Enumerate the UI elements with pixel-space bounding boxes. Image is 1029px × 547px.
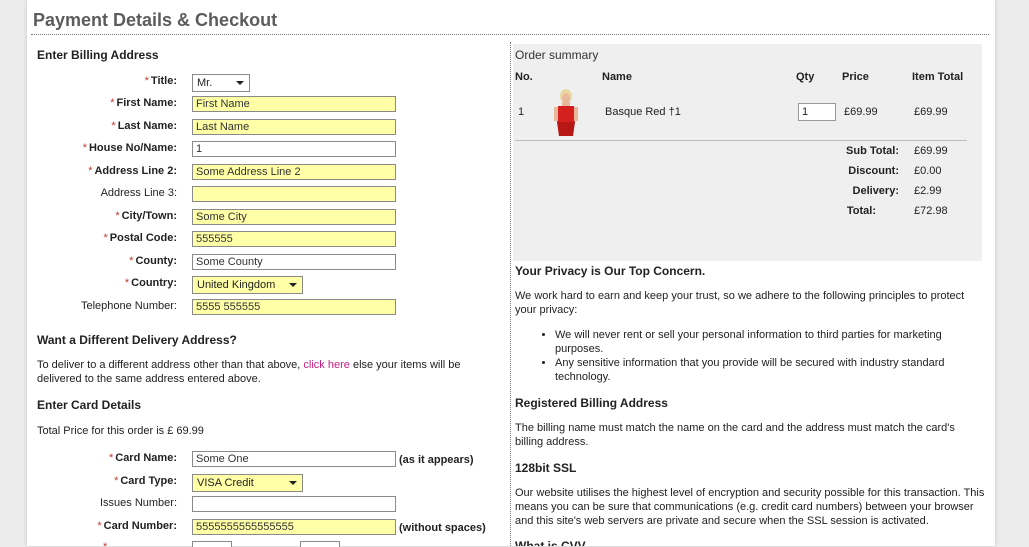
registered-billing-heading: Registered Billing Address [515,396,668,410]
address-line-3-field[interactable] [192,186,396,202]
order-total-text: Total Price for this order is £ 69.99 [37,425,204,437]
chevron-down-icon [236,81,244,85]
title-select[interactable]: Mr. [192,74,250,92]
order-summary-heading: Order summary [515,48,599,62]
card-type-select[interactable]: VISA Credit [192,474,303,492]
delivery-label: Delivery: [852,185,899,197]
col-qty: Qty [796,71,815,83]
address-line-2-field[interactable]: Some Address Line 2 [192,164,396,180]
privacy-bullet: Any sensitive information that you provi… [555,356,985,384]
telephone-field[interactable]: 5555 555555 [192,299,396,315]
discount-value: £0.00 [914,165,942,177]
last-name-label: * Last Name: [111,120,177,132]
delivery-address-link[interactable]: click here [303,359,349,371]
billing-heading: Enter Billing Address [37,48,159,62]
house-field[interactable]: 1 [192,141,396,157]
county-label: * County: [129,255,177,267]
page-title: Payment Details & Checkout [33,10,278,30]
start-year-select-partial[interactable] [300,541,340,547]
subtotal-label: Sub Total: [846,145,899,157]
delivery-value: £2.99 [914,185,942,197]
privacy-text: We work hard to earn and keep your trust… [515,290,965,316]
start-month-label-partial: * [103,541,173,546]
card-type-label: * Card Type: [114,475,177,487]
discount-label: Discount: [848,165,899,177]
telephone-label: Telephone Number: [80,300,177,312]
item-number: 1 [518,106,525,118]
qty-input[interactable]: 1 [798,103,836,121]
privacy-bullet: We will never rent or sell your personal… [555,328,985,356]
col-name: Name [602,71,632,83]
column-divider [510,42,511,546]
first-name-label: * First Name: [110,97,177,109]
city-label: * City/Town: [115,210,177,222]
issue-number-field[interactable] [192,496,396,512]
ssl-heading: 128bit SSL [515,461,577,475]
col-price: Price [842,71,869,83]
card-number-field[interactable]: 5555555555555555 [192,519,396,535]
checkout-page: Payment Details & Checkout Enter Billing… [27,0,995,547]
postal-code-label: * Postal Code: [103,232,177,244]
subtotal-value: £69.99 [914,145,948,157]
col-no: No. [515,71,533,83]
ssl-text: Our website utilises the highest level o… [515,487,985,527]
col-item-total: Item Total [912,71,964,83]
product-name-link[interactable]: Basque Red †1 [605,106,681,118]
chevron-down-icon [289,481,297,485]
total-value: £72.98 [914,205,948,217]
address-line-3-label: Address Line 3: [100,187,177,199]
last-name-field[interactable]: Last Name [192,119,396,135]
summary-divider [515,140,967,141]
card-name-label: * Card Name: [108,452,177,464]
start-month-select-partial[interactable] [192,541,232,547]
title-divider [31,34,989,35]
city-field[interactable]: Some City [192,209,396,225]
privacy-list: We will never rent or sell your personal… [539,328,985,384]
first-name-field[interactable]: First Name [192,96,396,112]
chevron-down-icon [289,283,297,287]
delivery-heading: Want a Different Delivery Address? [37,333,237,347]
card-number-note: (without spaces) [399,522,486,534]
title-label: * Title: [144,75,177,87]
county-field[interactable]: Some County [192,254,396,270]
item-total: £69.99 [914,106,948,118]
issue-number-label: Issues Number: [99,497,177,509]
product-thumbnail[interactable] [549,88,583,138]
country-label: * Country: [124,277,177,289]
card-name-field[interactable]: Some One [192,451,396,467]
house-label: * House No/Name: [82,142,177,154]
card-heading: Enter Card Details [37,398,142,412]
item-price: £69.99 [844,106,878,118]
registered-billing-text: The billing name must match the name on … [515,422,955,448]
privacy-heading: Your Privacy is Our Top Concern. [515,264,706,278]
card-number-label: * Card Number: [97,520,177,532]
total-label: Total: [846,205,876,217]
postal-code-field[interactable]: 555555 [192,231,396,247]
delivery-text: To deliver to a different address other … [37,359,461,385]
country-select[interactable]: United Kingdom [192,276,303,294]
card-name-note: (as it appears) [399,454,474,466]
address-line-2-label: * Address Line 2: [88,165,177,177]
cvv-heading: What is CVV [515,539,586,546]
